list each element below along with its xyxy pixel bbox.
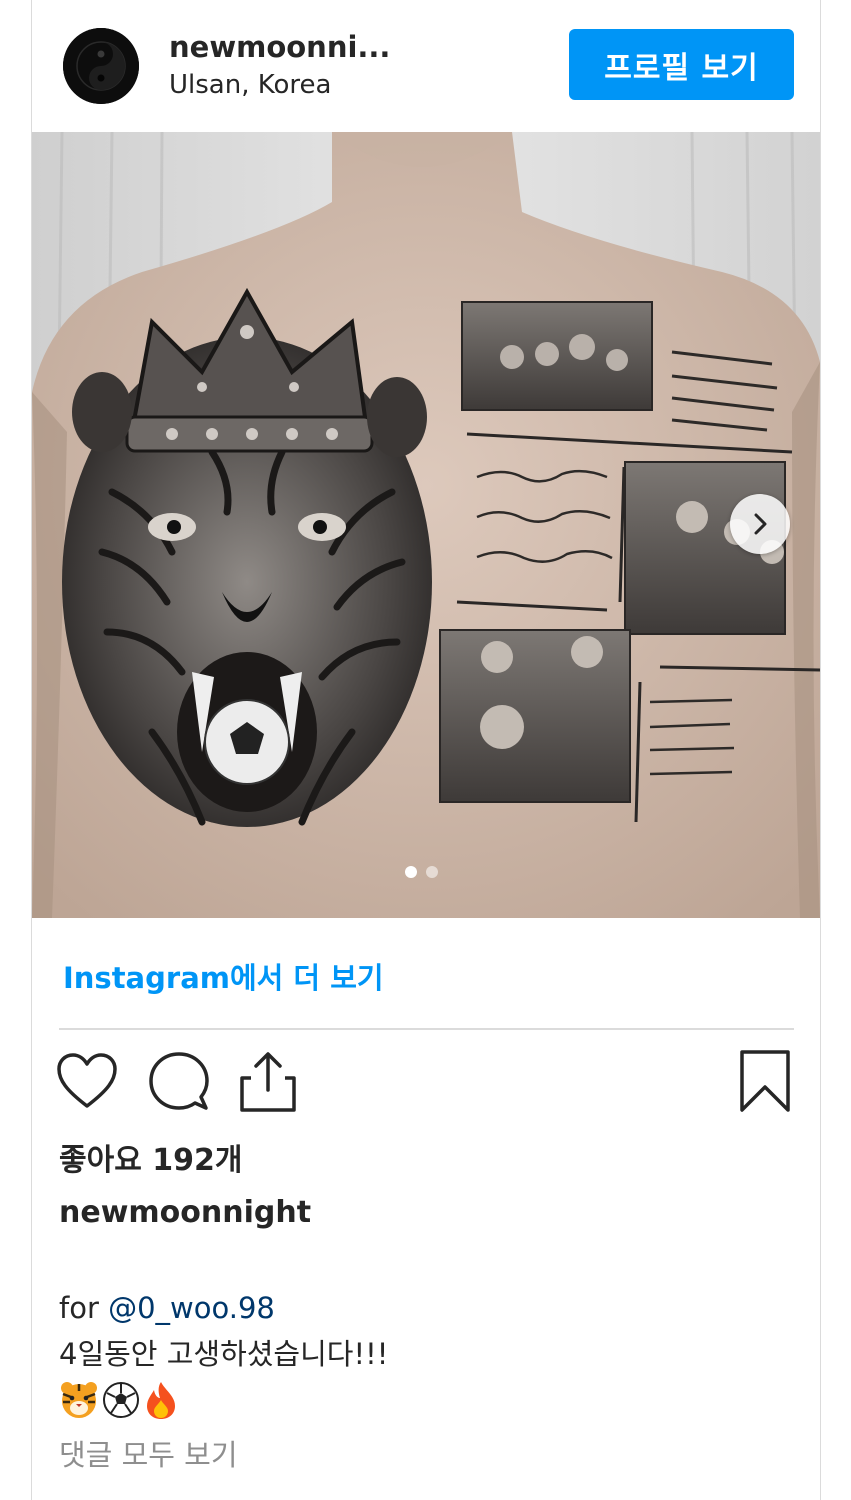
tattoo-back-photo [32,132,820,918]
avatar[interactable] [63,28,139,104]
caption-emojis [59,1377,388,1423]
comment-button[interactable] [146,1048,212,1114]
instagram-embed-card: newmoonni... Ulsan, Korea 프로필 보기 Instagr… [31,0,821,1500]
caption-text: for @0_woo.98 4일동안 고생하셨습니다!!! [59,1285,388,1423]
comment-icon [149,1052,209,1110]
caption-line-2: 4일동안 고생하셨습니다!!! [59,1337,389,1371]
likes-count[interactable]: 좋아요 192개 [59,1135,242,1179]
view-all-comments-link[interactable]: 댓글 모두 보기 [59,1432,238,1474]
tiger-face-icon [61,1382,97,1418]
yin-yang-icon [63,28,139,104]
carousel-next-button[interactable] [730,494,790,554]
username[interactable]: newmoonni... [169,30,390,64]
action-bar [32,1048,820,1118]
post-header: newmoonni... Ulsan, Korea 프로필 보기 [32,0,820,132]
carousel-indicator [405,866,438,878]
soccer-ball-icon [103,1382,139,1418]
chevron-right-icon [754,513,767,535]
carousel-dot [426,866,438,878]
caption-prefix: for [59,1291,109,1325]
divider [59,1028,794,1030]
share-button[interactable] [235,1048,301,1114]
share-icon [240,1052,296,1112]
carousel-dot-active [405,866,417,878]
heart-icon [57,1053,117,1108]
location-label[interactable]: Ulsan, Korea [169,70,331,100]
caption-line-1: for @0_woo.98 [59,1285,388,1331]
like-button[interactable] [54,1048,120,1114]
caption-author[interactable]: newmoonnight [59,1195,311,1230]
view-profile-button[interactable]: 프로필 보기 [569,29,794,100]
post-image[interactable] [32,132,820,918]
bookmark-icon [740,1050,790,1112]
caption-mention-link[interactable]: @0_woo.98 [108,1291,275,1325]
save-button[interactable] [732,1048,798,1114]
fire-icon [147,1382,175,1419]
view-more-on-instagram-link[interactable]: Instagram에서 더 보기 [63,955,384,997]
